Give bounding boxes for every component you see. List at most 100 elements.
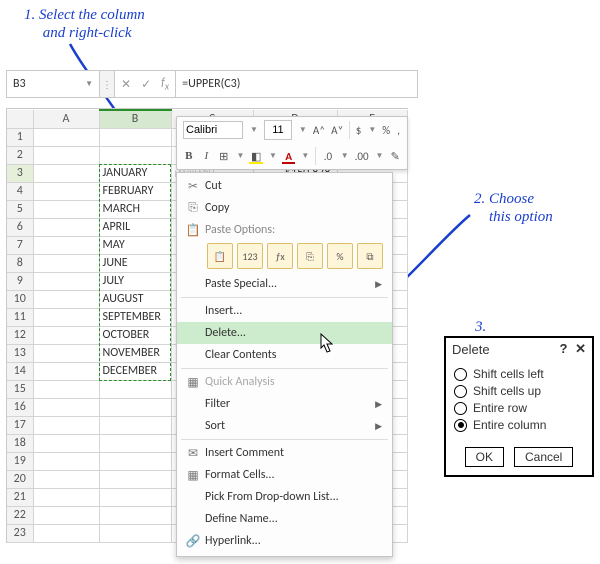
menu-hyperlink[interactable]: 🔗 Hyperlink...: [177, 530, 392, 552]
cell[interactable]: MARCH: [99, 200, 171, 218]
menu-paste-special[interactable]: Paste Special... ▶: [177, 273, 392, 295]
cell[interactable]: [99, 128, 171, 146]
font-color-icon[interactable]: A: [283, 150, 295, 163]
cell[interactable]: [99, 416, 171, 434]
percent-icon[interactable]: %: [382, 124, 390, 137]
fx-icon[interactable]: fx: [161, 76, 169, 92]
row-header[interactable]: 20: [7, 470, 33, 488]
cell[interactable]: [33, 416, 99, 434]
menu-format-cells[interactable]: ▦ Format Cells...: [177, 464, 392, 486]
cell[interactable]: [33, 434, 99, 452]
column-header-a[interactable]: A: [33, 110, 99, 128]
row-header[interactable]: 16: [7, 398, 33, 416]
row-header[interactable]: 14: [7, 362, 33, 380]
border-icon[interactable]: ⊞: [218, 150, 230, 163]
cell[interactable]: [99, 506, 171, 524]
paste-option-button[interactable]: %: [327, 243, 353, 269]
paste-option-button[interactable]: ƒx: [267, 243, 293, 269]
cell[interactable]: AUGUST: [99, 290, 171, 308]
row-header[interactable]: 12: [7, 326, 33, 344]
radio-entire-row[interactable]: Entire row: [454, 401, 584, 415]
row-header[interactable]: 22: [7, 506, 33, 524]
name-box[interactable]: B3 ▼: [7, 71, 100, 97]
cell[interactable]: [33, 380, 99, 398]
cell[interactable]: DECEMBER: [99, 362, 171, 380]
cell[interactable]: [33, 200, 99, 218]
enter-formula-icon[interactable]: ✓: [141, 77, 151, 92]
dialog-help-icon[interactable]: ?: [560, 341, 568, 356]
format-painter-icon[interactable]: ✎: [389, 150, 401, 163]
row-header[interactable]: 18: [7, 434, 33, 452]
row-header[interactable]: 9: [7, 272, 33, 290]
row-header[interactable]: 1: [7, 128, 33, 146]
cell[interactable]: [33, 272, 99, 290]
row-header[interactable]: 10: [7, 290, 33, 308]
radio-entire-column[interactable]: Entire column: [454, 418, 584, 432]
name-box-dropdown-icon[interactable]: ▼: [85, 79, 93, 89]
cell[interactable]: SEPTEMBER: [99, 308, 171, 326]
cell[interactable]: [33, 218, 99, 236]
row-header[interactable]: 15: [7, 380, 33, 398]
formula-bar-splitter[interactable]: ⋮: [100, 71, 115, 97]
menu-cut[interactable]: ✂ Cut: [177, 175, 392, 197]
cell[interactable]: [33, 488, 99, 506]
cell[interactable]: [33, 128, 99, 146]
radio-shift-cells-up[interactable]: Shift cells up: [454, 384, 584, 398]
formula-input[interactable]: =UPPER(C3): [176, 71, 417, 97]
radio-shift-cells-left[interactable]: Shift cells left: [454, 367, 584, 381]
cell[interactable]: [33, 398, 99, 416]
row-header[interactable]: 17: [7, 416, 33, 434]
cell[interactable]: [99, 524, 171, 542]
cell[interactable]: [33, 326, 99, 344]
row-header[interactable]: 23: [7, 524, 33, 542]
cell[interactable]: [33, 236, 99, 254]
paste-option-button[interactable]: ⧉: [357, 243, 383, 269]
row-header[interactable]: 7: [7, 236, 33, 254]
cell[interactable]: JUNE: [99, 254, 171, 272]
cell[interactable]: [99, 488, 171, 506]
menu-filter[interactable]: Filter ▶: [177, 393, 392, 415]
menu-insert[interactable]: Insert...: [177, 300, 392, 322]
row-header[interactable]: 3: [7, 164, 33, 182]
row-header[interactable]: 13: [7, 344, 33, 362]
increase-font-icon[interactable]: A˄: [313, 124, 325, 137]
menu-copy[interactable]: ⎘ Copy: [177, 197, 392, 219]
cell[interactable]: [99, 398, 171, 416]
decrease-decimal-icon[interactable]: .00: [355, 150, 369, 163]
row-header[interactable]: 4: [7, 182, 33, 200]
row-header[interactable]: 8: [7, 254, 33, 272]
decrease-font-icon[interactable]: A˅: [331, 124, 343, 137]
cell[interactable]: [33, 164, 99, 182]
dialog-close-icon[interactable]: ✕: [575, 341, 586, 356]
paste-option-button[interactable]: 123: [237, 243, 263, 269]
cell[interactable]: [99, 434, 171, 452]
cell[interactable]: [33, 254, 99, 272]
cell[interactable]: [33, 344, 99, 362]
cell[interactable]: [33, 524, 99, 542]
cell[interactable]: [99, 380, 171, 398]
font-size-dropdown-icon[interactable]: ▼: [298, 125, 307, 135]
row-header[interactable]: 6: [7, 218, 33, 236]
cell[interactable]: [99, 452, 171, 470]
paste-option-button[interactable]: 📋: [207, 243, 233, 269]
cell[interactable]: [33, 290, 99, 308]
cell[interactable]: [33, 506, 99, 524]
cancel-button[interactable]: Cancel: [514, 447, 573, 467]
cell[interactable]: [33, 452, 99, 470]
cell[interactable]: [33, 182, 99, 200]
menu-sort[interactable]: Sort ▶: [177, 415, 392, 437]
menu-delete[interactable]: Delete...: [177, 322, 392, 344]
select-all-corner[interactable]: [7, 110, 33, 128]
cell[interactable]: [99, 146, 171, 164]
cancel-formula-icon[interactable]: ✕: [121, 77, 131, 92]
cell[interactable]: [33, 470, 99, 488]
column-header-b[interactable]: B: [99, 110, 171, 128]
row-header[interactable]: 5: [7, 200, 33, 218]
row-header[interactable]: 2: [7, 146, 33, 164]
menu-clear-contents[interactable]: Clear Contents: [177, 344, 392, 366]
menu-pick-dropdown[interactable]: Pick From Drop-down List...: [177, 486, 392, 508]
increase-decimal-icon[interactable]: .0: [322, 150, 334, 163]
italic-icon[interactable]: I: [201, 150, 213, 162]
font-name-dropdown-icon[interactable]: ▼: [249, 125, 258, 135]
cell[interactable]: [33, 308, 99, 326]
